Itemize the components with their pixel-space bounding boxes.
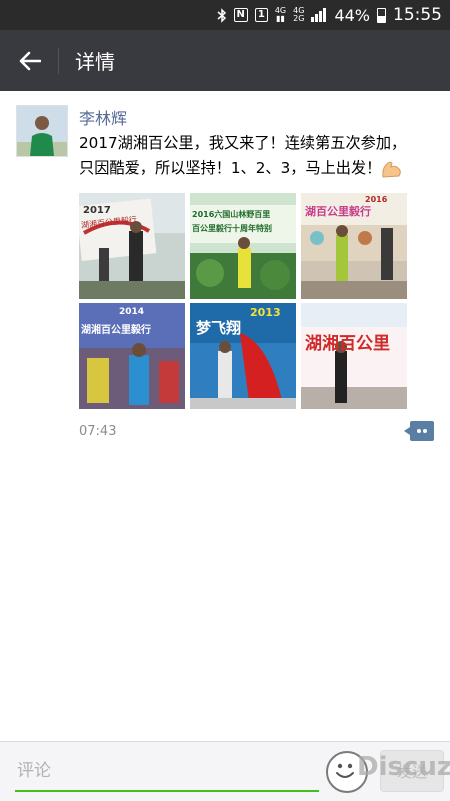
- status-bar: N 1 4G ▮▮ 4G 2G 44% 15:55: [0, 0, 450, 30]
- photo-thumbnail[interactable]: 湖湘百公里: [301, 303, 407, 409]
- author-name[interactable]: 李林辉: [79, 105, 127, 129]
- battery-icon: [377, 7, 386, 23]
- page-title: 详情: [75, 50, 115, 74]
- photo-banner-text: 湖百公里毅行: [305, 205, 371, 218]
- post-text-line-2: 只因酷爱，所以坚持！1、2、3，马上出发！: [79, 159, 382, 177]
- sim-icon: 1: [254, 8, 268, 22]
- flexed-biceps-icon: [382, 161, 402, 178]
- post-time: 07:43: [79, 424, 117, 439]
- signal-icon: [311, 8, 327, 22]
- comment-input[interactable]: [15, 752, 319, 792]
- status-time: 15:55: [393, 5, 442, 25]
- title-divider: [58, 47, 59, 74]
- photo-banner-text: 百公里毅行十周年特别: [192, 224, 272, 233]
- arrow-left-icon[interactable]: [2, 30, 58, 91]
- photo-grid: 2017 湖湘百公里毅行 2016六国山林野百里 百公里毅行十周年特别 2016…: [79, 193, 407, 509]
- comment-bubble-tail: [404, 427, 410, 435]
- photo-caption: 2017: [83, 205, 111, 216]
- network-type-2: 4G 2G: [293, 6, 305, 23]
- nfc-icon: N: [233, 8, 248, 22]
- avatar[interactable]: [16, 105, 68, 157]
- photo-banner-text: 湖湘百公里毅行: [81, 325, 151, 336]
- photo-caption: 2014: [119, 307, 145, 317]
- network-type-1: 4G ▮▮: [274, 6, 287, 23]
- bluetooth-icon: [217, 7, 226, 23]
- photo-thumbnail[interactable]: 2017 湖湘百公里毅行: [79, 193, 185, 299]
- title-bar: 详情: [0, 30, 450, 91]
- post-text-line-2-wrap: 只因酷爱，所以坚持！1、2、3，马上出发！: [79, 156, 441, 181]
- post-text: 2017湖湘百公里，我又来了！连续第五次参加， 只因酷爱，所以坚持！1、2、3，…: [79, 131, 441, 181]
- photo-banner-text: 梦飞翔: [196, 319, 242, 337]
- photo-caption: 2016六国山林野百里: [192, 210, 271, 219]
- watermark-logo: Discuz!: [357, 752, 450, 782]
- post-text-line-1: 2017湖湘百公里，我又来了！连续第五次参加，: [79, 134, 407, 152]
- photo-thumbnail[interactable]: 2016 湖百公里毅行: [301, 193, 407, 299]
- battery-percent: 44%: [334, 5, 370, 25]
- photo-banner-text: 湖湘百公里: [305, 334, 390, 354]
- photo-thumbnail[interactable]: 2016六国山林野百里 百公里毅行十周年特别: [190, 193, 296, 299]
- photo-thumbnail[interactable]: 2014 湖湘百公里毅行: [79, 303, 185, 409]
- status-icons: N 1 4G ▮▮ 4G 2G 44% 15:55: [217, 0, 442, 30]
- photo-caption: 2013: [250, 306, 281, 319]
- comment-bubble-icon[interactable]: [404, 421, 434, 441]
- photo-thumbnail[interactable]: 2013 梦飞翔: [190, 303, 296, 409]
